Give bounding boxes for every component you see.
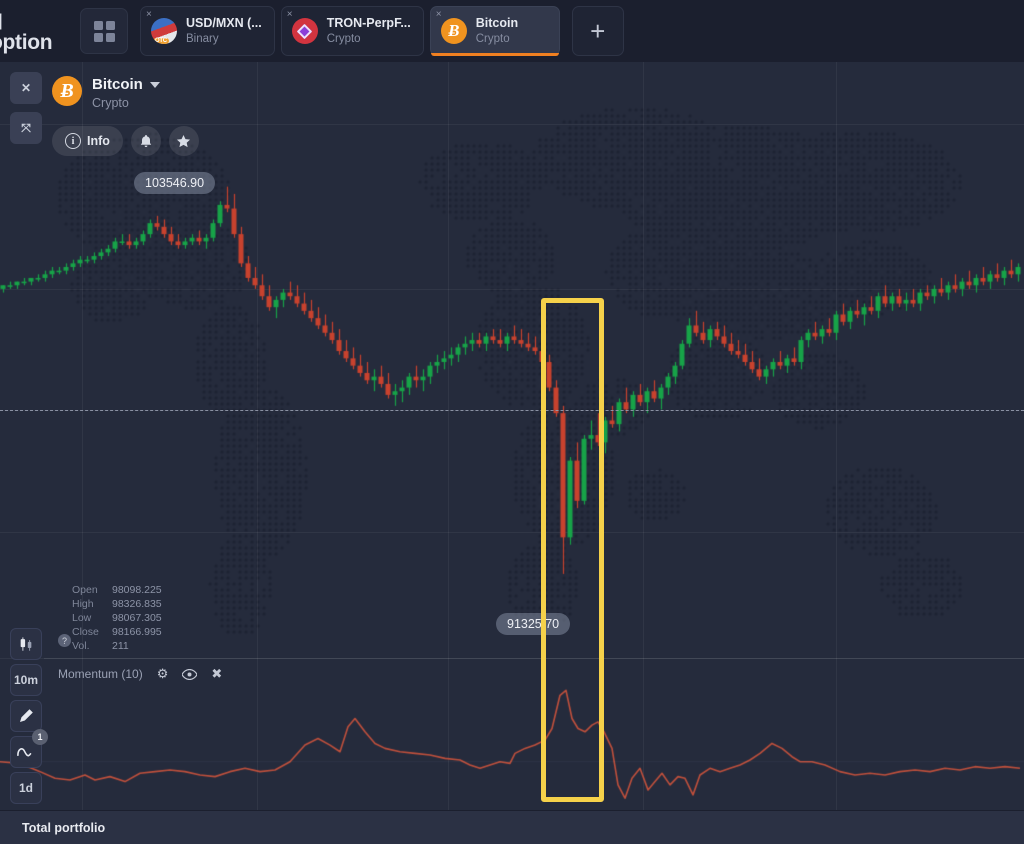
app-logo[interactable]: q option: [0, 0, 68, 62]
drawing-tool-button[interactable]: [10, 700, 42, 732]
pencil-icon[interactable]: [10, 700, 42, 732]
close-icon[interactable]: ×: [287, 10, 293, 20]
instrument-selector[interactable]: Bitcoin: [92, 76, 160, 93]
tab-tron-perp[interactable]: × TRON-PerpF... Crypto: [281, 6, 424, 56]
indicator-title: Momentum (10): [58, 667, 143, 681]
candlestick-icon[interactable]: [10, 628, 42, 660]
info-label: Info: [87, 134, 110, 148]
ohlc-row-volume: Vol. 211: [72, 639, 162, 653]
help-icon[interactable]: ?: [58, 634, 71, 647]
collapse-chart-button[interactable]: ⤧: [10, 112, 42, 144]
chevron-down-icon[interactable]: [150, 82, 160, 88]
timeframe-button[interactable]: 10m: [10, 664, 42, 696]
close-icon[interactable]: ✖: [211, 666, 222, 682]
tab-subtitle: Crypto: [327, 32, 411, 46]
period-label[interactable]: 1d: [10, 772, 42, 804]
tron-icon: [292, 18, 318, 44]
close-chart-button[interactable]: ✕: [10, 72, 42, 104]
eye-icon[interactable]: [182, 669, 197, 680]
usd-mxn-otc-icon: [151, 18, 177, 44]
total-portfolio-label: Total portfolio: [22, 821, 105, 835]
ohlc-legend: Open 98098.225 High 98326.835 Low 98067.…: [72, 583, 162, 653]
ohlc-key: Close: [72, 625, 112, 639]
trading-app: q option × USD/MXN (... Binary × TRON-Pe…: [0, 0, 1024, 844]
info-icon: i: [65, 133, 81, 149]
close-icon[interactable]: ×: [436, 10, 442, 20]
instrument-name: Bitcoin: [92, 76, 143, 93]
ohlc-row-high: High 98326.835: [72, 597, 162, 611]
tab-subtitle: Binary: [186, 32, 262, 46]
ohlc-row-open: Open 98098.225: [72, 583, 162, 597]
timeframe-label[interactable]: 10m: [10, 664, 42, 696]
candlestick-type-button[interactable]: [10, 628, 42, 660]
high-price-tag: 103546.90: [134, 172, 215, 194]
ohlc-key: High: [72, 597, 112, 611]
add-tab-button[interactable]: +: [572, 6, 624, 56]
ohlc-value: 98098.225: [112, 583, 162, 597]
instrument-actions: i Info: [52, 126, 199, 156]
tab-title: Bitcoin: [476, 16, 518, 32]
collapse-icon[interactable]: ⤧: [10, 112, 42, 144]
tab-title: USD/MXN (...: [186, 16, 262, 32]
info-button[interactable]: i Info: [52, 126, 123, 156]
grid-icon[interactable]: [80, 8, 128, 54]
instrument-header: Ƀ Bitcoin Crypto: [52, 76, 160, 110]
close-icon[interactable]: ×: [146, 10, 152, 20]
indicator-panel-header: Momentum (10) ⚙ ✖: [58, 666, 222, 682]
ohlc-row-low: Low 98067.305: [72, 611, 162, 625]
wave-icon[interactable]: 1: [10, 736, 42, 768]
ohlc-row-close: Close 98166.995: [72, 625, 162, 639]
ohlc-value: 98166.995: [112, 625, 162, 639]
bitcoin-icon: Ƀ: [441, 18, 467, 44]
instrument-category: Crypto: [92, 96, 160, 110]
bitcoin-icon: Ƀ: [52, 76, 82, 106]
indicators-button[interactable]: 1: [10, 736, 42, 768]
chart-area[interactable]: ✕ ⤧ Ƀ Bitcoin Crypto i Info 103546.90 91…: [0, 62, 1024, 810]
ohlc-key: Vol.: [72, 639, 112, 653]
ohlc-key: Open: [72, 583, 112, 597]
gear-icon[interactable]: ⚙: [157, 666, 169, 682]
tab-title: TRON-PerpF...: [327, 16, 411, 32]
top-bar: q option × USD/MXN (... Binary × TRON-Pe…: [0, 0, 1024, 62]
tab-bitcoin[interactable]: × Ƀ Bitcoin Crypto: [430, 6, 560, 56]
favorite-button[interactable]: [169, 126, 199, 156]
tab-usd-mxn[interactable]: × USD/MXN (... Binary: [140, 6, 275, 56]
star-icon: [176, 134, 191, 149]
bell-icon: [139, 134, 153, 149]
bottom-bar[interactable]: Total portfolio: [0, 810, 1024, 844]
tab-subtitle: Crypto: [476, 32, 518, 46]
indicator-count-badge: 1: [32, 729, 48, 745]
ohlc-value: 98326.835: [112, 597, 162, 611]
close-icon[interactable]: ✕: [10, 72, 42, 104]
ohlc-key: Low: [72, 611, 112, 625]
highlight-annotation: [541, 298, 604, 802]
tab-strip: × USD/MXN (... Binary × TRON-PerpF... Cr…: [140, 6, 560, 56]
ohlc-value: 98067.305: [112, 611, 162, 625]
period-button[interactable]: 1d: [10, 772, 42, 804]
current-price-line: [0, 410, 1024, 411]
alert-button[interactable]: [131, 126, 161, 156]
ohlc-value: 211: [112, 639, 129, 653]
